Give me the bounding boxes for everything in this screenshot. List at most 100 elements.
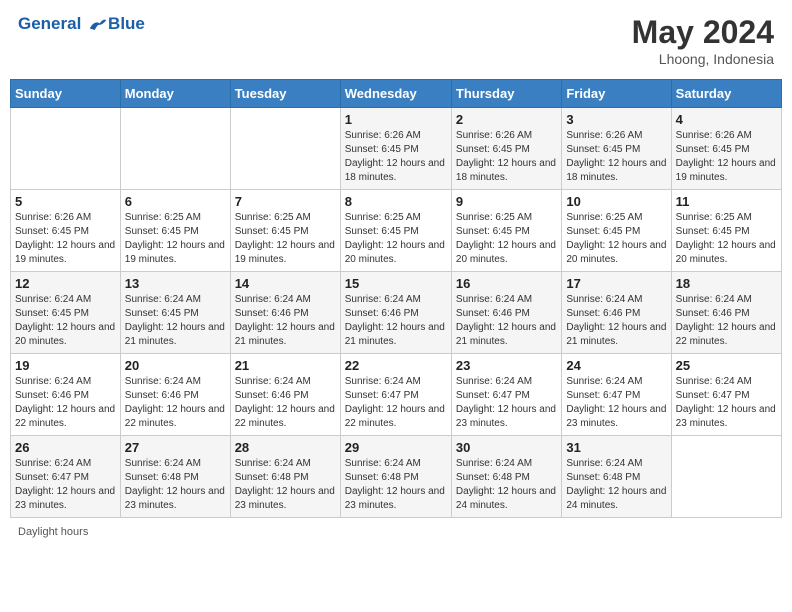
day-number: 8 — [345, 194, 447, 209]
day-number: 10 — [566, 194, 666, 209]
day-info: Sunrise: 6:24 AM Sunset: 6:46 PM Dayligh… — [676, 293, 777, 349]
calendar-cell: 17 Sunrise: 6:24 AM Sunset: 6:46 PM Dayli… — [562, 272, 671, 354]
day-number: 24 — [566, 358, 666, 373]
calendar-cell: 15 Sunrise: 6:24 AM Sunset: 6:46 PM Dayli… — [340, 272, 451, 354]
day-number: 30 — [456, 440, 557, 455]
calendar-cell: 19 Sunrise: 6:24 AM Sunset: 6:46 PM Dayli… — [11, 354, 121, 436]
calendar-cell: 23Sunrise: 6:24 AM Sunset: 6:47 PM Dayli… — [451, 354, 561, 436]
day-number: 11 — [676, 194, 777, 209]
calendar-cell: 5 Sunrise: 6:26 AM Sunset: 6:45 PM Daylig… — [11, 190, 121, 272]
day-info: Sunrise: 6:24 AM Sunset: 6:46 PM Dayligh… — [235, 375, 336, 431]
day-number: 19 — [15, 358, 116, 373]
day-number: 7 — [235, 194, 336, 209]
col-header-saturday: Saturday — [671, 80, 781, 108]
calendar-week-row: 26 Sunrise: 6:24 AM Sunset: 6:47 PM Dayli… — [11, 436, 782, 518]
day-number: 15 — [345, 276, 447, 291]
col-header-monday: Monday — [120, 80, 230, 108]
day-info: Sunrise: 6:25 AM Sunset: 6:45 PM Dayligh… — [345, 211, 447, 267]
day-info: Sunrise: 6:24 AM Sunset: 6:47 PM Dayligh… — [676, 375, 777, 431]
day-info: Sunrise: 6:24 AM Sunset: 6:47 PM Dayligh… — [15, 457, 116, 513]
day-number: 2 — [456, 112, 557, 127]
col-header-friday: Friday — [562, 80, 671, 108]
day-number: 16 — [456, 276, 557, 291]
calendar-cell: 3Sunrise: 6:26 AM Sunset: 6:45 PM Daylig… — [562, 108, 671, 190]
day-info: Sunrise: 6:26 AM Sunset: 6:45 PM Dayligh… — [676, 129, 777, 185]
day-info: Sunrise: 6:25 AM Sunset: 6:45 PM Dayligh… — [676, 211, 777, 267]
day-number: 9 — [456, 194, 557, 209]
calendar-cell: 10 Sunrise: 6:25 AM Sunset: 6:45 PM Dayli… — [562, 190, 671, 272]
col-header-tuesday: Tuesday — [230, 80, 340, 108]
day-info: Sunrise: 6:24 AM Sunset: 6:46 PM Dayligh… — [125, 375, 226, 431]
calendar-cell: 13Sunrise: 6:24 AM Sunset: 6:45 PM Dayli… — [120, 272, 230, 354]
logo-blue: Blue — [108, 14, 145, 34]
day-info: Sunrise: 6:26 AM Sunset: 6:45 PM Dayligh… — [566, 129, 666, 185]
logo-bird-icon — [88, 15, 108, 35]
calendar-cell: 31Sunrise: 6:24 AM Sunset: 6:48 PM Dayli… — [562, 436, 671, 518]
day-info: Sunrise: 6:25 AM Sunset: 6:45 PM Dayligh… — [235, 211, 336, 267]
day-info: Sunrise: 6:24 AM Sunset: 6:47 PM Dayligh… — [456, 375, 557, 431]
calendar-cell: 29 Sunrise: 6:24 AM Sunset: 6:48 PM Dayli… — [340, 436, 451, 518]
calendar-cell: 16 Sunrise: 6:24 AM Sunset: 6:46 PM Dayli… — [451, 272, 561, 354]
calendar-cell: 6 Sunrise: 6:25 AM Sunset: 6:45 PM Daylig… — [120, 190, 230, 272]
logo: General Blue — [18, 14, 145, 35]
calendar-cell: 9 Sunrise: 6:25 AM Sunset: 6:45 PM Daylig… — [451, 190, 561, 272]
day-info: Sunrise: 6:24 AM Sunset: 6:48 PM Dayligh… — [566, 457, 666, 513]
calendar-cell — [230, 108, 340, 190]
day-info: Sunrise: 6:26 AM Sunset: 6:45 PM Dayligh… — [15, 211, 116, 267]
day-info: Sunrise: 6:24 AM Sunset: 6:46 PM Dayligh… — [456, 293, 557, 349]
day-number: 20 — [125, 358, 226, 373]
day-number: 21 — [235, 358, 336, 373]
day-number: 29 — [345, 440, 447, 455]
day-info: Sunrise: 6:24 AM Sunset: 6:48 PM Dayligh… — [235, 457, 336, 513]
footer-note: Daylight hours — [10, 524, 782, 540]
day-number: 5 — [15, 194, 116, 209]
calendar-cell: 27 Sunrise: 6:24 AM Sunset: 6:48 PM Dayli… — [120, 436, 230, 518]
daylight-hours-label: Daylight hours — [18, 526, 88, 538]
calendar-cell: 12 Sunrise: 6:24 AM Sunset: 6:45 PM Dayli… — [11, 272, 121, 354]
day-number: 26 — [15, 440, 116, 455]
day-number: 22 — [345, 358, 447, 373]
calendar-week-row: 1Sunrise: 6:26 AM Sunset: 6:45 PM Daylig… — [11, 108, 782, 190]
day-info: Sunrise: 6:25 AM Sunset: 6:45 PM Dayligh… — [456, 211, 557, 267]
day-number: 14 — [235, 276, 336, 291]
location: Lhoong, Indonesia — [632, 51, 774, 67]
day-info: Sunrise: 6:24 AM Sunset: 6:45 PM Dayligh… — [15, 293, 116, 349]
calendar-cell: 28 Sunrise: 6:24 AM Sunset: 6:48 PM Dayli… — [230, 436, 340, 518]
day-number: 17 — [566, 276, 666, 291]
day-info: Sunrise: 6:24 AM Sunset: 6:47 PM Dayligh… — [566, 375, 666, 431]
calendar-cell: 22Sunrise: 6:24 AM Sunset: 6:47 PM Dayli… — [340, 354, 451, 436]
calendar-week-row: 19 Sunrise: 6:24 AM Sunset: 6:46 PM Dayli… — [11, 354, 782, 436]
calendar-cell: 7 Sunrise: 6:25 AM Sunset: 6:45 PM Daylig… — [230, 190, 340, 272]
col-header-thursday: Thursday — [451, 80, 561, 108]
page-header: General Blue May 2024 Lhoong, Indonesia — [10, 10, 782, 71]
day-info: Sunrise: 6:25 AM Sunset: 6:45 PM Dayligh… — [566, 211, 666, 267]
calendar-cell: 1Sunrise: 6:26 AM Sunset: 6:45 PM Daylig… — [340, 108, 451, 190]
day-number: 4 — [676, 112, 777, 127]
col-header-wednesday: Wednesday — [340, 80, 451, 108]
day-number: 6 — [125, 194, 226, 209]
calendar-cell: 24 Sunrise: 6:24 AM Sunset: 6:47 PM Dayli… — [562, 354, 671, 436]
day-info: Sunrise: 6:24 AM Sunset: 6:46 PM Dayligh… — [15, 375, 116, 431]
calendar-cell: 2 Sunrise: 6:26 AM Sunset: 6:45 PM Daylig… — [451, 108, 561, 190]
day-number: 27 — [125, 440, 226, 455]
day-info: Sunrise: 6:24 AM Sunset: 6:48 PM Dayligh… — [345, 457, 447, 513]
day-number: 12 — [15, 276, 116, 291]
day-number: 25 — [676, 358, 777, 373]
day-number: 28 — [235, 440, 336, 455]
calendar-cell — [120, 108, 230, 190]
day-number: 13 — [125, 276, 226, 291]
day-info: Sunrise: 6:24 AM Sunset: 6:46 PM Dayligh… — [566, 293, 666, 349]
day-info: Sunrise: 6:25 AM Sunset: 6:45 PM Dayligh… — [125, 211, 226, 267]
day-info: Sunrise: 6:24 AM Sunset: 6:48 PM Dayligh… — [456, 457, 557, 513]
day-info: Sunrise: 6:26 AM Sunset: 6:45 PM Dayligh… — [456, 129, 557, 185]
calendar-cell: 4 Sunrise: 6:26 AM Sunset: 6:45 PM Daylig… — [671, 108, 781, 190]
calendar-cell — [671, 436, 781, 518]
day-info: Sunrise: 6:24 AM Sunset: 6:48 PM Dayligh… — [125, 457, 226, 513]
title-block: May 2024 Lhoong, Indonesia — [632, 14, 774, 67]
calendar-cell: 8 Sunrise: 6:25 AM Sunset: 6:45 PM Daylig… — [340, 190, 451, 272]
calendar-cell: 25 Sunrise: 6:24 AM Sunset: 6:47 PM Dayli… — [671, 354, 781, 436]
day-info: Sunrise: 6:26 AM Sunset: 6:45 PM Dayligh… — [345, 129, 447, 185]
calendar-week-row: 5 Sunrise: 6:26 AM Sunset: 6:45 PM Daylig… — [11, 190, 782, 272]
day-info: Sunrise: 6:24 AM Sunset: 6:46 PM Dayligh… — [345, 293, 447, 349]
calendar-cell: 20 Sunrise: 6:24 AM Sunset: 6:46 PM Dayli… — [120, 354, 230, 436]
